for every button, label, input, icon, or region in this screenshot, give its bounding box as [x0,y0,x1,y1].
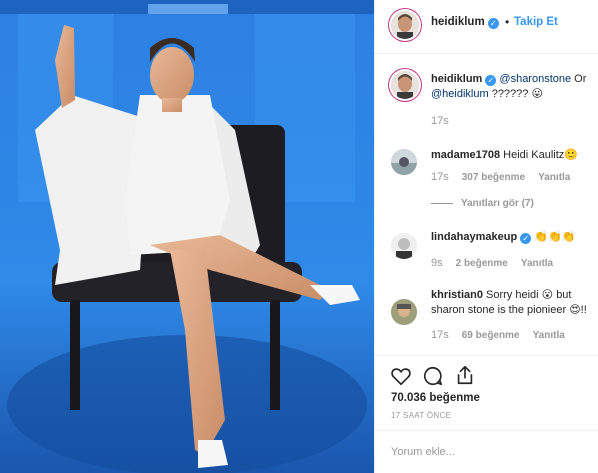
comment-list: heidiklum ✓ @sharonstone Or @heidiklum ??… [375,55,598,355]
verified-badge-icon: ✓ [520,233,532,244]
post-header: heidiklum ✓ • Takip Et [375,0,598,54]
comment-likes[interactable]: 307 beğenme [462,172,525,183]
comment-text: khristian0 Sorry heidi 😮 but sharon ston… [431,289,587,316]
post-actions: 70.036 beğenme 17 SAAT ÖNCE [375,355,598,430]
comment-input[interactable] [391,443,581,461]
comment-meta: 17s 69 beğenme Yanıtla [431,329,578,341]
caption-avatar[interactable] [391,71,419,99]
comment-username[interactable]: lindahaymakeup [431,231,517,243]
view-replies-button[interactable]: Yanıtları gör (7) [431,198,534,209]
mention-link[interactable]: @sharonstone [499,73,571,85]
heart-icon[interactable] [390,365,412,387]
post-photo[interactable] [0,0,374,473]
post-image [0,0,374,473]
comment-username[interactable]: khristian0 [431,289,483,301]
comment-avatar[interactable] [391,299,417,325]
like-count[interactable]: 70.036 beğenme [391,392,480,404]
header-separator: • [505,15,510,29]
comment-text: madame1708 Heidi Kaulitz🙂 [431,149,579,161]
caption-meta: 17s [431,115,462,127]
replies-line [431,202,453,204]
comment-bubble-icon[interactable] [422,365,444,387]
verified-badge-icon: ✓ [485,75,497,86]
mention-link[interactable]: @heidiklum [431,88,489,100]
comment-meta: 9s 2 beğenme Yanıtla [431,257,566,269]
author-avatar[interactable] [391,11,419,39]
comment-time[interactable]: 9s [431,257,443,269]
comment-time[interactable]: 17s [431,329,449,341]
share-icon[interactable] [454,364,476,386]
comment-username[interactable]: madame1708 [431,149,500,161]
post-sidebar: heidiklum ✓ • Takip Et heidiklum ✓ @sharon… [375,0,598,473]
follow-button[interactable]: Takip Et [514,16,558,28]
comment-text: lindahaymakeup ✓ 👏👏👏 [431,231,576,244]
comment-likes[interactable]: 69 beğenme [462,330,520,341]
comment-likes[interactable]: 2 beğenme [456,258,508,269]
comment-meta: 17s 307 beğenme Yanıtla [431,171,583,183]
caption-text: heidiklum ✓ @sharonstone Or @heidiklum ??… [431,73,587,100]
reply-button[interactable]: Yanıtla [538,172,570,183]
comment-avatar[interactable] [391,149,417,175]
comment-time[interactable]: 17s [431,115,449,127]
comment-avatar[interactable] [391,233,417,259]
verified-badge-icon: ✓ [487,18,499,29]
reply-button[interactable]: Yanıtla [521,258,553,269]
reply-button[interactable]: Yanıtla [533,330,565,341]
comment-time[interactable]: 17s [431,171,449,183]
post-timestamp[interactable]: 17 SAAT ÖNCE [391,411,451,420]
author-username[interactable]: heidiklum ✓ [431,16,499,29]
comment-username[interactable]: heidiklum [431,73,482,85]
add-comment-bar [375,430,598,473]
